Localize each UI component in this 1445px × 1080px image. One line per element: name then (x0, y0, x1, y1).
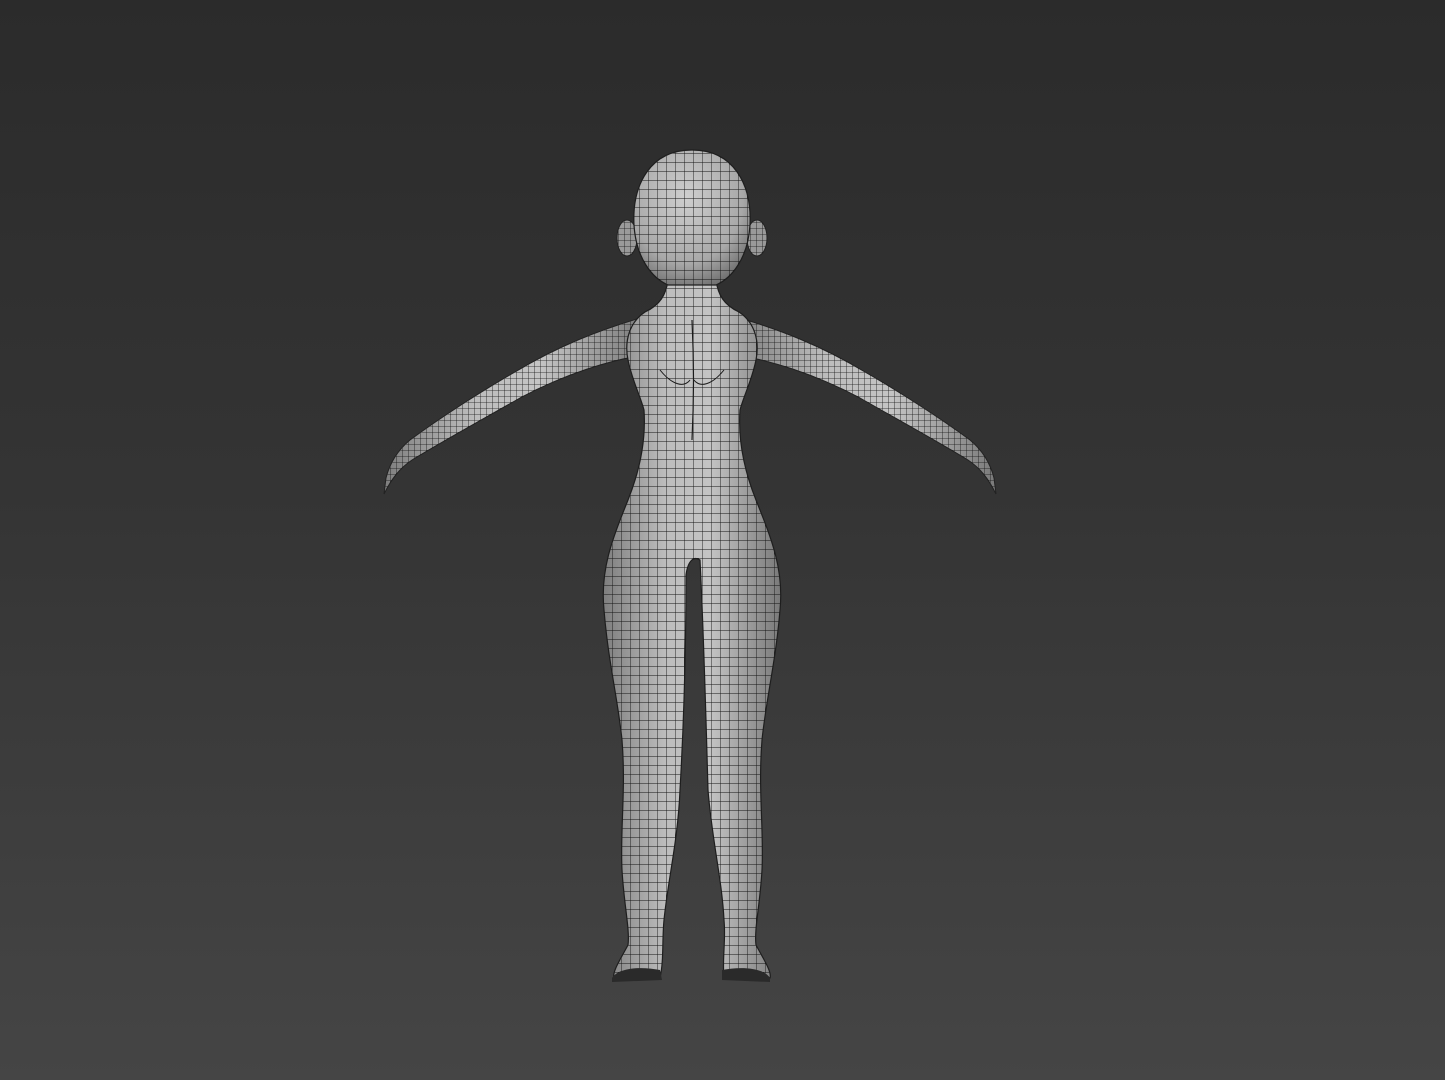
head (633, 149, 751, 286)
character-mesh (383, 149, 997, 982)
3d-viewport[interactable] (0, 0, 1445, 1080)
feet (612, 968, 770, 982)
left-arm (383, 317, 646, 495)
body (602, 279, 782, 979)
right-arm (734, 317, 997, 495)
